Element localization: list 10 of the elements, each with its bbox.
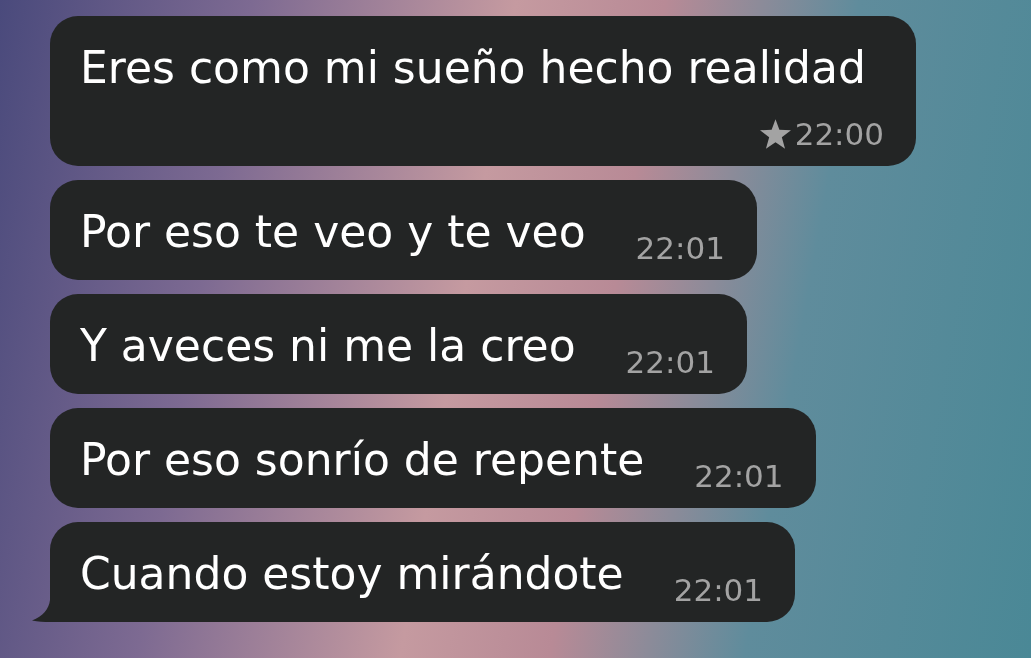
message-time: 22:01 [694, 458, 784, 494]
message-time: 22:01 [625, 344, 715, 380]
message-text: Y aveces ni me la creo [80, 319, 576, 373]
message-text: Eres como mi sueño hecho realidad [80, 41, 866, 95]
message-text: Por eso sonrío de repente [80, 433, 645, 487]
message-time: 22:01 [635, 230, 725, 266]
message-text: Cuando estoy mirándote [80, 547, 624, 601]
message-time: 22:00 [794, 116, 884, 152]
message-time: 22:01 [673, 572, 764, 608]
message-text: Por eso te veo y te veo [80, 205, 586, 259]
